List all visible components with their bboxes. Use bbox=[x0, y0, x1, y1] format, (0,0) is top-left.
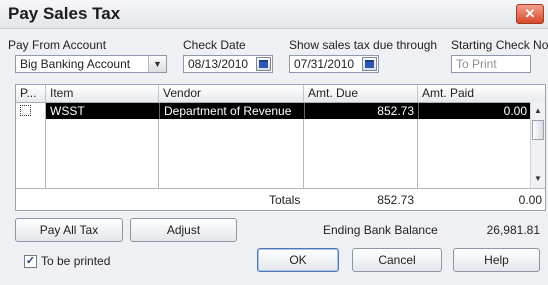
ok-button[interactable]: OK bbox=[257, 248, 339, 272]
adjust-button[interactable]: Adjust bbox=[130, 218, 237, 242]
chevron-down-icon[interactable]: ▼ bbox=[148, 56, 166, 72]
close-icon[interactable]: ✕ bbox=[516, 4, 544, 24]
show-through-value: 07/31/2010 bbox=[294, 57, 355, 71]
totals-label: Totals bbox=[269, 193, 301, 207]
show-through-field[interactable]: 07/31/2010 bbox=[289, 55, 379, 73]
header-vendor[interactable]: Vendor bbox=[159, 85, 304, 102]
grid-scrollbar[interactable]: ▲ ▼ bbox=[530, 102, 545, 188]
cancel-button[interactable]: Cancel bbox=[352, 248, 442, 272]
scroll-thumb[interactable] bbox=[532, 120, 544, 140]
check-date-label: Check Date bbox=[183, 38, 246, 52]
amt-paid-cell[interactable]: 0.00 bbox=[418, 103, 531, 119]
to-be-printed-label[interactable]: To be printed bbox=[41, 254, 110, 268]
title-bar: Pay Sales Tax ✕ bbox=[0, 0, 548, 29]
to-be-printed-checkbox[interactable]: ✓ bbox=[24, 255, 37, 268]
calendar-icon[interactable] bbox=[362, 57, 377, 71]
starting-check-label: Starting Check No. bbox=[451, 38, 548, 52]
pay-cell[interactable] bbox=[16, 103, 46, 119]
totals-paid: 0.00 bbox=[518, 193, 542, 207]
pay-from-account-select[interactable]: Big Banking Account ▼ bbox=[15, 55, 167, 73]
amt-due-cell[interactable]: 852.73 bbox=[304, 103, 418, 119]
header-amt-due[interactable]: Amt. Due bbox=[304, 85, 418, 102]
pay-from-account-value: Big Banking Account bbox=[20, 57, 131, 71]
pay-checkbox[interactable] bbox=[20, 105, 31, 116]
header-amt-paid[interactable]: Amt. Paid bbox=[418, 85, 545, 102]
help-button[interactable]: Help bbox=[453, 248, 540, 272]
header-item[interactable]: Item bbox=[46, 85, 159, 102]
item-cell[interactable]: WSST bbox=[46, 103, 159, 119]
totals-row: Totals 852.73 0.00 bbox=[16, 188, 545, 210]
starting-check-field[interactable]: To Print bbox=[451, 55, 531, 73]
ending-bank-balance-label: Ending Bank Balance bbox=[323, 223, 438, 237]
sales-tax-grid: P... Item Vendor Amt. Due Amt. Paid WSST… bbox=[15, 84, 546, 211]
calendar-icon[interactable] bbox=[256, 57, 271, 71]
scroll-down-icon[interactable]: ▼ bbox=[531, 172, 545, 186]
check-date-value: 08/13/2010 bbox=[188, 57, 249, 71]
pay-all-tax-button[interactable]: Pay All Tax bbox=[15, 218, 123, 242]
grid-header: P... Item Vendor Amt. Due Amt. Paid bbox=[16, 85, 545, 103]
window-title: Pay Sales Tax bbox=[8, 4, 121, 23]
vendor-cell[interactable]: Department of Revenue bbox=[159, 103, 304, 119]
pay-from-account-label: Pay From Account bbox=[8, 38, 107, 52]
show-through-label: Show sales tax due through bbox=[289, 38, 438, 52]
totals-due: 852.73 bbox=[377, 193, 414, 207]
header-pay[interactable]: P... bbox=[16, 85, 46, 102]
ending-bank-balance-value: 26,981.81 bbox=[486, 223, 540, 237]
table-row[interactable]: WSST Department of Revenue 852.73 0.00 bbox=[16, 103, 531, 119]
check-date-field[interactable]: 08/13/2010 bbox=[183, 55, 273, 73]
scroll-up-icon[interactable]: ▲ bbox=[531, 104, 545, 118]
